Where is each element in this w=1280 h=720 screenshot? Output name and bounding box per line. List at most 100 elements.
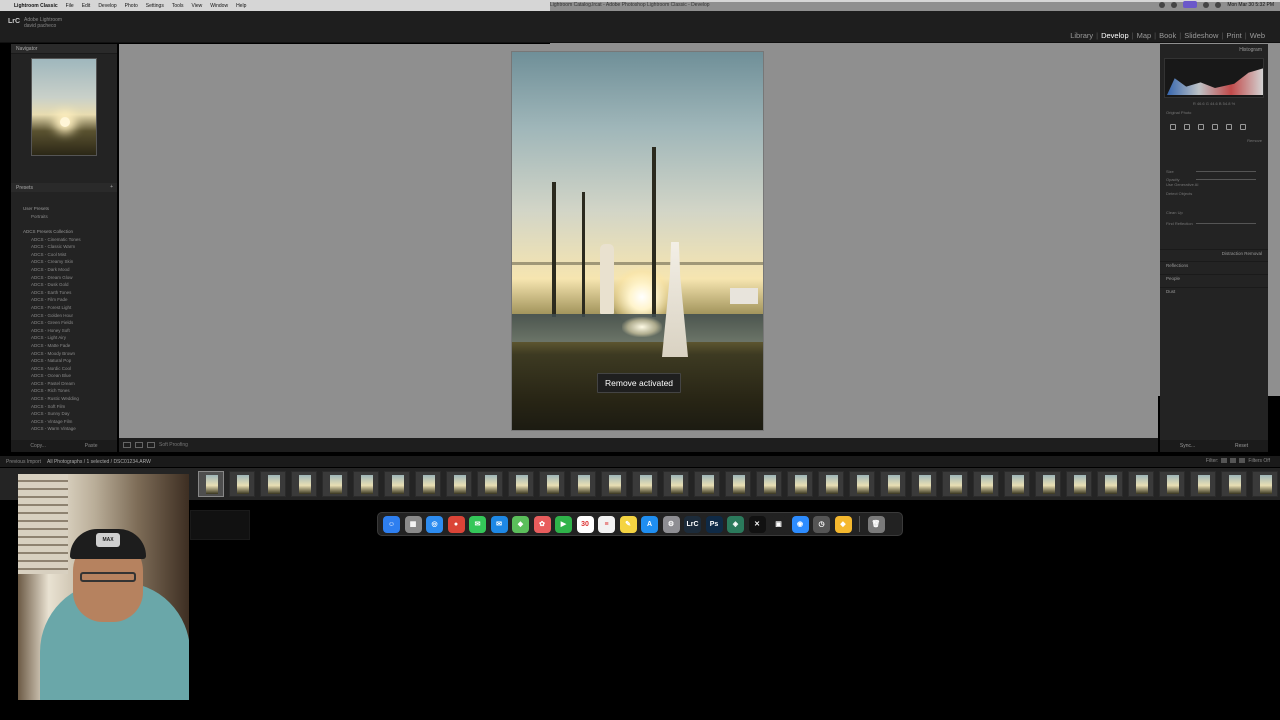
star-filter-icon[interactable] xyxy=(1230,458,1237,463)
main-photo[interactable]: Remove activated xyxy=(511,51,764,431)
filmstrip-thumbnail[interactable] xyxy=(477,471,503,497)
launchpad-icon[interactable]: ▦ xyxy=(404,515,422,533)
preset-item[interactable]: ADCS - Light Airy xyxy=(23,334,113,342)
filmstrip-thumbnail[interactable] xyxy=(260,471,286,497)
dropbox-icon[interactable] xyxy=(1159,1,1166,8)
filmstrip-thumbnail[interactable] xyxy=(632,471,658,497)
preset-item[interactable]: ADCS - Moody Brown xyxy=(23,350,113,358)
preset-item[interactable]: ADCS - Honey Soft xyxy=(23,327,113,335)
use-generative-ai-checkbox[interactable]: Use Generative AI xyxy=(1166,182,1262,187)
filmstrip-thumbnail[interactable] xyxy=(1221,471,1247,497)
app-menu[interactable]: Lightroom Classic xyxy=(14,3,58,9)
filmstrip-thumbnail[interactable] xyxy=(353,471,379,497)
preset-item[interactable]: ADCS - Green Fields xyxy=(23,319,113,327)
filmstrip-thumbnail[interactable] xyxy=(570,471,596,497)
redeye-tool-icon[interactable] xyxy=(1198,124,1204,130)
section-distraction-removal[interactable]: Distraction Removal xyxy=(1160,249,1268,256)
filmstrip-thumbnail[interactable] xyxy=(1128,471,1154,497)
preset-item[interactable]: ADCS - Vintage Film xyxy=(23,418,113,426)
filmstrip-thumbnail[interactable] xyxy=(291,471,317,497)
preset-item[interactable]: ADCS - Pastel Dream xyxy=(23,380,113,388)
filmstrip-thumbnail[interactable] xyxy=(384,471,410,497)
filmstrip-thumbnail[interactable] xyxy=(973,471,999,497)
time-machine-icon[interactable]: ◷ xyxy=(813,515,830,533)
filmstrip-thumbnail[interactable] xyxy=(601,471,627,497)
remove-tool-icon[interactable] xyxy=(1184,124,1190,130)
preset-item[interactable]: ADCS - Classic Warm xyxy=(23,243,113,251)
copy-button[interactable]: Copy... xyxy=(30,443,45,449)
size-slider[interactable]: Size xyxy=(1166,169,1262,174)
screen-record-icon[interactable] xyxy=(1183,1,1198,8)
module-map[interactable]: Map xyxy=(1134,31,1155,40)
reminders-icon[interactable]: ≡ xyxy=(598,515,615,533)
calendar-icon[interactable]: 30 xyxy=(576,515,594,533)
find-reflection-row[interactable]: Find Reflection xyxy=(1166,221,1262,226)
settings-tool-icon[interactable] xyxy=(1240,124,1246,130)
filmstrip-thumbnail[interactable] xyxy=(756,471,782,497)
lightroom-classic-icon[interactable]: LrC xyxy=(684,515,701,533)
preset-item[interactable]: ADCS - Dusk Gold xyxy=(23,281,113,289)
photoshop-icon[interactable]: Ps xyxy=(705,515,723,533)
filmstrip-thumbnail[interactable] xyxy=(849,471,875,497)
color-filter-icon[interactable] xyxy=(1239,458,1246,463)
filmstrip-thumbnail[interactable] xyxy=(446,471,472,497)
filmstrip[interactable] xyxy=(0,468,1280,500)
filmstrip-thumbnail[interactable] xyxy=(508,471,534,497)
filmstrip-thumbnail[interactable] xyxy=(229,471,255,497)
preset-item[interactable]: ADCS - Soft Film xyxy=(23,403,113,411)
section-people[interactable]: People xyxy=(1160,274,1268,281)
sync-button[interactable]: Sync... xyxy=(1180,443,1195,449)
photos-icon[interactable]: ✿ xyxy=(533,515,551,533)
preset-item[interactable]: ADCS - Matte Fade xyxy=(23,342,113,350)
filmstrip-thumbnail[interactable] xyxy=(694,471,720,497)
maps-icon[interactable]: ◆ xyxy=(512,515,529,533)
masking-tool-icon[interactable] xyxy=(1212,124,1218,130)
filmstrip-thumbnail[interactable] xyxy=(322,471,348,497)
filmstrip-thumbnail[interactable] xyxy=(1190,471,1216,497)
filmstrip-thumbnail[interactable] xyxy=(1252,471,1278,497)
module-slideshow[interactable]: Slideshow xyxy=(1181,31,1221,40)
before-after-icon[interactable] xyxy=(135,442,143,448)
navigator-preview[interactable] xyxy=(31,58,97,156)
menu-window[interactable]: Window xyxy=(210,3,228,9)
menu-help[interactable]: Help xyxy=(236,3,246,9)
menu-file[interactable]: File xyxy=(66,3,74,9)
filmstrip-thumbnail[interactable] xyxy=(1066,471,1092,497)
histogram-title[interactable]: Histogram xyxy=(1239,47,1262,53)
sketch-icon[interactable]: ◆ xyxy=(834,515,852,533)
filmstrip-thumbnail[interactable] xyxy=(663,471,689,497)
search-icon[interactable] xyxy=(1215,1,1222,8)
filmstrip-thumbnail[interactable] xyxy=(198,471,224,497)
section-dust[interactable]: Dust xyxy=(1160,287,1268,294)
preset-item[interactable]: ADCS - Rustic Wedding xyxy=(23,395,113,403)
module-print[interactable]: Print xyxy=(1223,31,1244,40)
app-store-icon[interactable]: A xyxy=(641,515,658,533)
chrome-icon[interactable]: ● xyxy=(447,515,465,533)
presets-tool-icon[interactable] xyxy=(1226,124,1232,130)
zoom-icon[interactable]: ◉ xyxy=(791,515,809,533)
preset-item[interactable]: ADCS - Creamy Skin xyxy=(23,258,113,266)
menu-view[interactable]: View xyxy=(192,3,203,9)
filmstrip-thumbnail[interactable] xyxy=(818,471,844,497)
filmstrip-thumbnail[interactable] xyxy=(1035,471,1061,497)
view-source[interactable]: Previous Import xyxy=(6,459,41,465)
preset-item[interactable]: ADCS - Cinematic Tones xyxy=(23,236,113,244)
trash-icon[interactable]: 🗑 xyxy=(867,515,885,533)
filmstrip-thumbnail[interactable] xyxy=(880,471,906,497)
wifi-icon[interactable] xyxy=(1171,1,1178,8)
final-cut-icon[interactable]: ▣ xyxy=(770,515,787,533)
filmstrip-thumbnail[interactable] xyxy=(942,471,968,497)
preset-group-user[interactable]: User Presets xyxy=(23,206,113,211)
flag-filter-icon[interactable] xyxy=(1221,458,1228,463)
module-develop[interactable]: Develop xyxy=(1098,31,1132,40)
capcut-icon[interactable]: ✕ xyxy=(748,515,766,533)
preset-item[interactable]: ADCS - Warm Vintage xyxy=(23,425,113,433)
preset-item[interactable]: ADCS - Natural Pop xyxy=(23,357,113,365)
filter-preset-select[interactable]: Filters Off xyxy=(1248,458,1270,464)
system-settings-icon[interactable]: ⚙ xyxy=(662,515,680,533)
filmstrip-thumbnail[interactable] xyxy=(725,471,751,497)
paste-button[interactable]: Paste xyxy=(85,443,98,449)
preset-item[interactable]: ADCS - Film Fade xyxy=(23,296,113,304)
pixelmator-icon[interactable]: ◈ xyxy=(727,515,744,533)
background-window[interactable] xyxy=(190,510,250,540)
